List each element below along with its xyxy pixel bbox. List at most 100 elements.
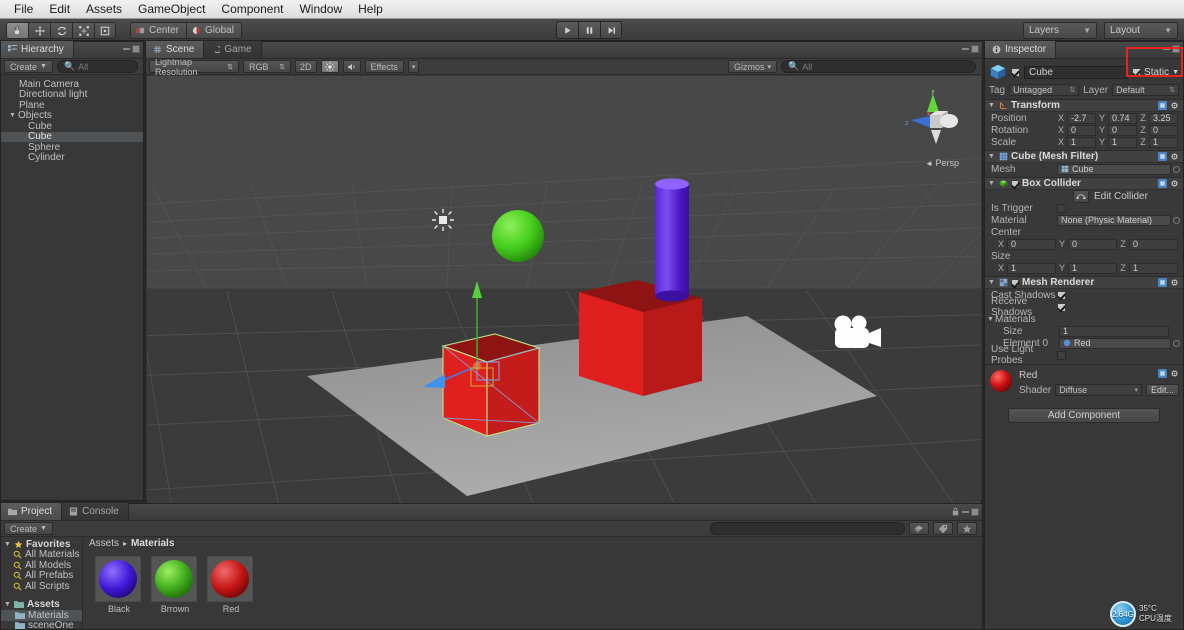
favorite-button[interactable] <box>957 522 977 535</box>
mesh-renderer-header-icons[interactable] <box>1158 278 1179 287</box>
static-checkbox[interactable] <box>1132 67 1142 77</box>
chevron-down-icon[interactable]: ▼ <box>4 601 11 608</box>
scene-search-input[interactable]: 🔍 All <box>781 60 976 73</box>
breadcrumb-assets[interactable]: Assets <box>89 538 119 549</box>
box-collider-header[interactable]: ▼ Box Collider <box>985 178 1183 190</box>
object-picker-icon[interactable] <box>1173 339 1180 347</box>
edit-collider-button[interactable] <box>1073 189 1089 203</box>
layers-dropdown[interactable]: Layers ▼ <box>1023 22 1097 39</box>
rotation-y-input[interactable]: 0 <box>1108 124 1137 136</box>
chevron-down-icon[interactable]: ▼ <box>9 112 18 119</box>
chevron-down-icon[interactable]: ▼ <box>987 316 995 323</box>
project-tab-options[interactable] <box>951 507 979 516</box>
chevron-down-icon[interactable]: ▼ <box>988 279 996 286</box>
scale-tool-button[interactable] <box>72 22 94 39</box>
object-picker-icon[interactable] <box>1173 216 1180 224</box>
project-search-input[interactable] <box>710 522 905 535</box>
cast-shadows-checkbox[interactable] <box>1057 290 1066 300</box>
scene-2d-toggle[interactable]: 2D <box>295 60 317 73</box>
hand-tool-button[interactable] <box>6 22 28 39</box>
menu-item-edit[interactable]: Edit <box>41 1 78 17</box>
chevron-down-icon[interactable]: ▼ <box>988 102 996 109</box>
scene-render-mode-dropdown[interactable]: RGB ⇅ <box>243 60 291 73</box>
receive-shadows-checkbox[interactable] <box>1057 302 1066 312</box>
pause-button[interactable] <box>578 21 600 39</box>
asset-item[interactable]: Brrown <box>151 556 199 614</box>
menu-item-window[interactable]: Window <box>291 1 350 17</box>
asset-item[interactable]: Black <box>95 556 143 614</box>
folder-sceneone[interactable]: sceneOne <box>1 620 82 630</box>
add-component-button[interactable]: Add Component <box>1008 408 1160 423</box>
scene-lighting-toggle[interactable] <box>320 60 339 73</box>
tab-project[interactable]: Project <box>1 503 63 520</box>
position-x-input[interactable]: -2.7 <box>1067 112 1096 124</box>
rotate-tool-button[interactable] <box>50 22 72 39</box>
transform-header-icons[interactable] <box>1158 101 1179 110</box>
scale-y-input[interactable]: 1 <box>1108 136 1137 148</box>
asset-item[interactable]: Red <box>207 556 255 614</box>
favorite-all-scripts[interactable]: All Scripts <box>1 581 82 592</box>
mesh-filter-header[interactable]: ▼ Cube (Mesh Filter) <box>985 151 1183 163</box>
scale-x-input[interactable]: 1 <box>1067 136 1096 148</box>
scene-effects-dropdown[interactable]: Effects <box>364 60 404 73</box>
menu-item-help[interactable]: Help <box>350 1 391 17</box>
hierarchy-item-plane[interactable]: Plane <box>1 100 143 111</box>
favorite-all-models[interactable]: All Models <box>1 560 82 571</box>
scene-audio-toggle[interactable] <box>342 60 361 73</box>
hierarchy-tab-options[interactable] <box>123 45 140 53</box>
filter-by-type-button[interactable] <box>909 522 929 535</box>
assets-root[interactable]: ▼ Assets <box>1 599 82 610</box>
tag-dropdown[interactable]: Untagged ⇅ <box>1009 84 1080 96</box>
rotation-x-input[interactable]: 0 <box>1067 124 1096 136</box>
center-y-input[interactable]: 0 <box>1068 238 1117 250</box>
mesh-filter-header-icons[interactable] <box>1158 152 1179 161</box>
element0-object-field[interactable]: Red <box>1059 337 1180 349</box>
mesh-renderer-enabled-checkbox[interactable] <box>1011 278 1019 287</box>
hierarchy-item-cylinder[interactable]: Cylinder <box>1 152 143 163</box>
hierarchy-item-objects[interactable]: ▼ Objects <box>1 110 143 121</box>
hierarchy-item-directional-light[interactable]: Directional light <box>1 89 143 100</box>
menu-item-file[interactable]: File <box>6 1 41 17</box>
hierarchy-create-button[interactable]: Create ▼ <box>4 60 53 73</box>
favorite-all-materials[interactable]: All Materials <box>1 549 82 560</box>
center-x-input[interactable]: 0 <box>1007 238 1056 250</box>
hierarchy-item-sphere[interactable]: Sphere <box>1 142 143 153</box>
tab-game[interactable]: Game <box>204 41 262 58</box>
tab-inspector[interactable]: Inspector <box>985 41 1057 58</box>
layer-dropdown[interactable]: Default ⇅ <box>1112 84 1179 96</box>
transform-header[interactable]: ▼ Transform <box>985 100 1183 112</box>
shader-dropdown[interactable]: Diffuse ▾ <box>1055 384 1142 396</box>
filter-by-label-button[interactable] <box>933 522 953 535</box>
tab-console[interactable]: Console <box>62 503 129 520</box>
tab-hierarchy[interactable]: Hierarchy <box>1 41 74 58</box>
scene-gizmos-dropdown[interactable]: Gizmos ▾ <box>727 60 777 73</box>
size-y-input[interactable]: 1 <box>1068 262 1117 274</box>
chevron-down-icon[interactable]: ▼ <box>988 180 996 187</box>
materials-size-input[interactable]: 1 <box>1059 325 1169 337</box>
scene-draw-mode-dropdown[interactable]: Lightmap Resolution ⇅ <box>149 57 239 77</box>
menu-item-component[interactable]: Component <box>213 1 291 17</box>
menu-item-gameobject[interactable]: GameObject <box>130 1 213 17</box>
gameobject-enabled-checkbox[interactable] <box>1011 67 1020 77</box>
rotation-z-input[interactable]: 0 <box>1149 124 1178 136</box>
layout-dropdown[interactable]: Layout ▼ <box>1104 22 1178 39</box>
system-monitor-widget[interactable]: 2.64G 35°C CPU温度 <box>1110 598 1184 630</box>
is-trigger-checkbox[interactable] <box>1057 203 1066 213</box>
scene-orientation-gizmo[interactable]: y x z <box>903 88 963 160</box>
position-z-input[interactable]: 3.25 <box>1149 112 1178 124</box>
step-button[interactable] <box>600 21 622 39</box>
menu-item-assets[interactable]: Assets <box>78 1 130 17</box>
tab-scene[interactable]: Scene <box>146 41 205 58</box>
favorite-all-prefabs[interactable]: All Prefabs <box>1 570 82 581</box>
rect-tool-button[interactable] <box>94 22 116 39</box>
folder-materials[interactable]: Materials <box>1 610 82 621</box>
project-create-button[interactable]: Create ▼ <box>4 522 53 535</box>
scene-effects-caret[interactable]: ▾ <box>407 60 420 73</box>
move-tool-button[interactable] <box>28 22 50 39</box>
object-picker-icon[interactable] <box>1173 165 1180 173</box>
hierarchy-item-main-camera[interactable]: Main Camera <box>1 79 143 90</box>
perspective-label-group[interactable]: ◄ Persp <box>925 158 959 168</box>
material-header-icons[interactable] <box>1158 369 1179 378</box>
materials-foldout-row[interactable]: ▼ Materials <box>985 313 1183 325</box>
box-collider-enabled-checkbox[interactable] <box>1011 179 1019 188</box>
